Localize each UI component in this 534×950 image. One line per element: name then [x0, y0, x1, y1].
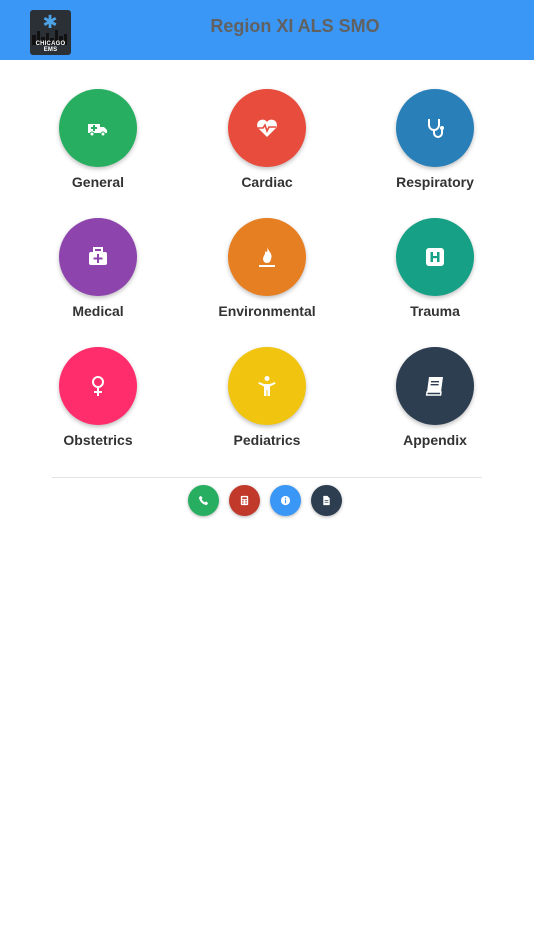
category-pediatrics-circle — [228, 347, 306, 425]
hospital-icon — [426, 248, 444, 266]
category-obstetrics-circle — [59, 347, 137, 425]
category-trauma-circle — [396, 218, 474, 296]
category-respiratory-circle — [396, 89, 474, 167]
category-appendix-circle — [396, 347, 474, 425]
book-icon — [425, 377, 443, 396]
category-label: Trauma — [410, 303, 460, 319]
document-button[interactable] — [311, 485, 342, 516]
category-label: Appendix — [403, 432, 467, 448]
ambulance-icon — [88, 124, 107, 137]
category-general[interactable]: General — [14, 88, 182, 198]
calculator-button[interactable] — [229, 485, 260, 516]
category-label: Medical — [72, 303, 124, 319]
medkit-icon — [89, 247, 107, 265]
phone-button[interactable] — [188, 485, 219, 516]
category-obstetrics[interactable]: Obstetrics — [14, 346, 182, 456]
calculator-icon — [240, 495, 249, 506]
app-title: Region XI ALS SMO — [210, 16, 380, 36]
category-medical[interactable]: Medical — [14, 217, 182, 327]
info-button[interactable] — [270, 485, 301, 516]
category-label: Cardiac — [241, 174, 293, 190]
category-environmental[interactable]: Environmental — [183, 217, 351, 327]
fire-icon — [259, 247, 275, 267]
category-label: Respiratory — [396, 174, 474, 190]
female-icon — [92, 376, 104, 396]
category-general-circle — [59, 89, 137, 167]
category-pediatrics[interactable]: Pediatrics — [183, 346, 351, 456]
category-cardiac-circle — [228, 89, 306, 167]
category-environmental-circle — [228, 218, 306, 296]
app-header: ✱ CHICAGO EMS Region XI ALS SMO — [0, 0, 534, 60]
category-label: Obstetrics — [63, 432, 133, 448]
divider — [52, 477, 482, 478]
phone-icon — [198, 495, 209, 506]
stethoscope-icon — [428, 119, 444, 138]
category-appendix[interactable]: Appendix — [351, 346, 519, 456]
category-cardiac[interactable]: Cardiac — [183, 88, 351, 198]
category-label: Environmental — [218, 303, 316, 319]
heartbeat-icon — [257, 119, 277, 137]
category-respiratory[interactable]: Respiratory — [351, 88, 519, 198]
logo-text: CHICAGO EMS — [35, 41, 66, 53]
document-icon — [323, 495, 330, 506]
child-icon — [258, 376, 276, 396]
category-medical-circle — [59, 218, 137, 296]
category-label: General — [71, 174, 125, 190]
category-trauma[interactable]: Trauma — [351, 217, 519, 327]
category-label: Pediatrics — [233, 432, 301, 448]
info-icon — [280, 495, 291, 506]
